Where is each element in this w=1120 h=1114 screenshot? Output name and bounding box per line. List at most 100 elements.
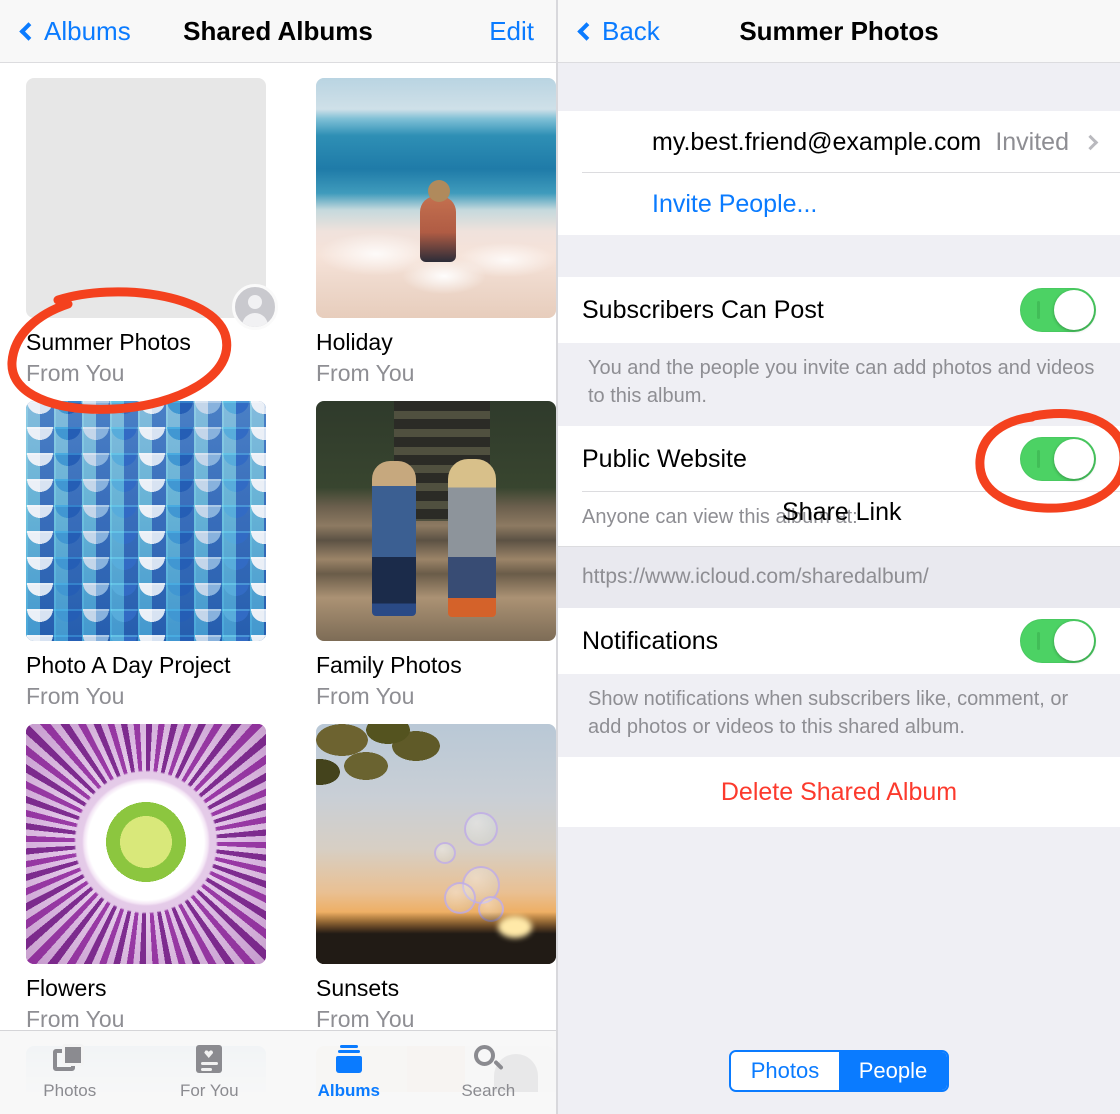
album-cell-summer-photos[interactable]: Summer Photos From You: [26, 78, 278, 388]
subscriber-row[interactable]: my.best.friend@example.com Invited: [558, 111, 1120, 173]
kids-photo-art: [316, 400, 556, 641]
settings-content: my.best.friend@example.com Invited Invit…: [558, 63, 1120, 1114]
back-to-albums-button[interactable]: Albums: [19, 15, 131, 47]
album-subtitle: From You: [26, 360, 125, 387]
tab-search[interactable]: Search: [419, 1031, 557, 1114]
album-thumbnail-flower-photo[interactable]: [26, 723, 266, 964]
bubble-shape: [444, 881, 476, 914]
segmented-control-wrap: Photos People: [558, 1050, 1120, 1092]
notifications-footnote: Show notifications when subscribers like…: [558, 674, 1120, 758]
notifications-label: Notifications: [582, 626, 719, 655]
album-thumbnail-wrap: [26, 723, 266, 964]
toggle-knob: [1054, 290, 1094, 330]
blue-tiles-art: [26, 400, 266, 641]
avatar-icon: [232, 284, 278, 330]
toggle-knob: [1054, 621, 1094, 662]
albums-scroll-area[interactable]: Summer Photos From You Holiday From You …: [0, 63, 556, 1114]
delete-shared-album-label: Delete Shared Album: [720, 777, 958, 806]
bottom-tab-bar: Photos For You Albums Search: [0, 1030, 557, 1114]
for-you-icon: [192, 1044, 226, 1074]
foliage-shape: [316, 723, 456, 836]
bubble-shape: [464, 811, 498, 846]
subscriber-email: my.best.friend@example.com: [652, 127, 982, 156]
notifications-row[interactable]: Notifications: [558, 608, 1120, 675]
album-cell-family-photos[interactable]: Family Photos From You: [316, 400, 556, 711]
share-link-label[interactable]: Share Link: [782, 498, 902, 527]
album-subtitle: From You: [316, 682, 415, 709]
segment-people[interactable]: People: [839, 1052, 947, 1090]
back-button-label: Back: [602, 15, 660, 46]
tab-for-you[interactable]: For You: [140, 1031, 280, 1114]
section-gap: [558, 235, 1120, 277]
album-title: Sunsets: [316, 974, 400, 1001]
child-figure-right: [448, 458, 496, 617]
sun-glow: [498, 915, 532, 938]
left-navigation-bar: Albums Shared Albums Edit: [0, 0, 556, 63]
album-title: Family Photos: [316, 651, 462, 678]
album-thumbnail-sunset-photo[interactable]: [316, 723, 556, 964]
swimmer-head: [428, 180, 450, 202]
album-thumbnail-wrap: [26, 400, 266, 641]
toggle-on-mark: [1037, 301, 1040, 319]
delete-shared-album-row[interactable]: Delete Shared Album: [558, 757, 1120, 828]
chevron-right-icon: [1082, 134, 1099, 150]
tab-label: Albums: [317, 1081, 380, 1100]
tab-photos[interactable]: Photos: [0, 1031, 140, 1114]
album-settings-pane: Back Summer Photos my.best.friend@exampl…: [558, 0, 1120, 1114]
public-website-label: Public Website: [582, 444, 747, 473]
beach-photo-art: [316, 78, 556, 318]
segment-photos[interactable]: Photos: [731, 1052, 839, 1090]
notifications-toggle[interactable]: [1020, 619, 1096, 664]
sunset-photo-art: [316, 723, 556, 964]
public-website-url: https://www.icloud.com/sharedalbum/: [582, 565, 929, 589]
album-subtitle: From You: [26, 682, 125, 709]
album-subtitle: From You: [316, 360, 415, 387]
right-navigation-bar: Back Summer Photos: [558, 0, 1120, 63]
toggle-on-mark: [1037, 632, 1040, 651]
album-thumbnail-wrap: [26, 78, 278, 330]
toggle-on-mark: [1037, 450, 1040, 469]
album-thumbnail-wrap: [316, 723, 556, 964]
photos-people-segmented-control[interactable]: Photos People: [729, 1050, 949, 1092]
album-title: Holiday: [316, 329, 393, 355]
invite-people-label: Invite People...: [652, 189, 818, 218]
edit-button[interactable]: Edit: [489, 16, 534, 47]
tab-albums[interactable]: Albums: [279, 1031, 419, 1114]
album-cell-flowers[interactable]: Flowers From You: [26, 723, 266, 1034]
dual-pane-screenshot: Albums Shared Albums Edit Summer Photos: [0, 0, 1120, 1114]
tab-label: For You: [179, 1081, 239, 1100]
album-cell-photo-a-day-project[interactable]: Photo A Day Project From You: [26, 400, 266, 711]
album-title: Summer Photos: [26, 329, 191, 355]
swimmer-figure: [420, 196, 456, 262]
album-thumbnail-beach-photo[interactable]: [316, 78, 556, 318]
back-button-label: Albums: [44, 15, 131, 46]
public-website-row[interactable]: Public Website: [558, 426, 1120, 493]
subscribers-can-post-toggle[interactable]: [1020, 288, 1096, 332]
flower-photo-art: [26, 723, 266, 964]
albums-icon: [332, 1044, 366, 1074]
back-button[interactable]: Back: [577, 15, 660, 47]
invite-people-row[interactable]: Invite People...: [558, 173, 1120, 235]
shared-albums-pane: Albums Shared Albums Edit Summer Photos: [0, 0, 558, 1114]
album-cell-sunsets[interactable]: Sunsets From You: [316, 723, 556, 1034]
public-website-toggle[interactable]: [1020, 437, 1096, 482]
subscriber-status: Invited: [995, 127, 1069, 156]
album-thumbnail-wrap: [316, 78, 556, 318]
subscribers-can-post-row[interactable]: Subscribers Can Post: [558, 277, 1120, 343]
toggle-knob: [1054, 439, 1094, 480]
public-website-url-row[interactable]: https://www.icloud.com/sharedalbum/: [558, 546, 1120, 609]
tab-label: Search: [461, 1081, 516, 1100]
avatar-head-shape: [248, 295, 262, 309]
album-thumbnail-blue-tiles-photo[interactable]: [26, 400, 266, 641]
chevron-left-icon: [19, 21, 38, 41]
public-website-hint-row: Anyone can view this album at: Share Lin…: [558, 492, 1120, 547]
album-thumbnail-kids-photo[interactable]: [316, 400, 556, 641]
section-gap: [558, 63, 1120, 111]
album-thumbnail-empty[interactable]: [26, 78, 266, 318]
album-cell-holiday[interactable]: Holiday From You: [316, 78, 556, 388]
subscribers-can-post-footnote: You and the people you invite can add ph…: [558, 343, 1120, 427]
avatar-body-shape: [242, 313, 268, 327]
bubble-shape: [434, 841, 456, 864]
subscribers-can-post-label: Subscribers Can Post: [582, 295, 824, 324]
tab-label: Photos: [43, 1081, 97, 1100]
